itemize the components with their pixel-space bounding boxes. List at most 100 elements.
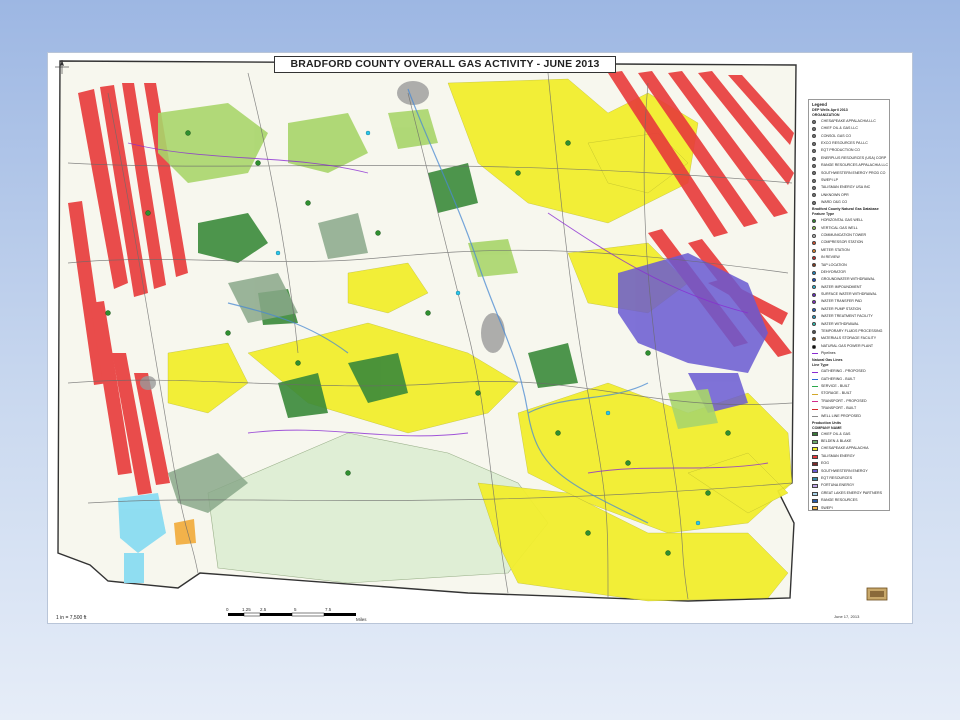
- legend-organization-row: CHESAPEAKE APPALACHIA LLC: [812, 118, 886, 125]
- legend-pipelines-label: Pipelines: [821, 351, 836, 356]
- legend-company-swatch: [812, 499, 818, 503]
- map-image: BRADFORD COUNTY OVERALL GAS ACTIVITY - J…: [48, 53, 912, 623]
- legend-lines-title: Natural Gas Lines: [812, 358, 843, 363]
- legend-feature-type-swatch: [812, 292, 816, 297]
- legend-feature-type-swatch: [812, 329, 816, 334]
- map-date: June 17, 2013: [834, 614, 860, 619]
- legend-feature-type-swatch: [812, 322, 816, 327]
- legend-organization-row: EQT PRODUCTION CO: [812, 147, 886, 154]
- legend-company-swatch: [812, 447, 818, 452]
- legend-line-type-label: GATHERING - BUILT: [821, 376, 856, 381]
- scale-tick-4: 7.5: [325, 607, 332, 612]
- legend-feature-type-label: TEMPORARY FLUIDS PROCESSING: [821, 329, 883, 334]
- legend-feature-type-row: METER STATION: [812, 247, 886, 254]
- legend-organization-swatch: [812, 134, 816, 139]
- legend-organization-row: TALISMAN ENERGY USA INC: [812, 184, 886, 191]
- map-title: BRADFORD COUNTY OVERALL GAS ACTIVITY - J…: [274, 56, 616, 73]
- legend-organization-label: TALISMAN ENERGY USA INC: [821, 185, 871, 190]
- legend-feature-type-label: MATERIALS STORAGE FACILITY: [821, 336, 877, 341]
- legend-organization-row: ENERPLUS RESOURCES (USA) CORP: [812, 155, 886, 162]
- legend-line-type-row: TRANSPORT - PROPOSED: [812, 398, 886, 405]
- legend-line-type-row: STORAGE - BUILT: [812, 391, 886, 398]
- legend-feature-type-row: NATURAL GAS POWER PLANT: [812, 343, 886, 350]
- legend-feature-type-swatch: [812, 218, 816, 223]
- legend-line-type-label: TRANSPORT - BUILT: [821, 406, 857, 411]
- legend-company-swatch: [812, 506, 818, 510]
- legend-heading: Legend: [812, 102, 827, 107]
- legend-organization-swatch: [812, 163, 816, 168]
- scale-ratio: 1 in = 7,500 ft: [56, 615, 87, 621]
- legend-feature-type-swatch: [812, 270, 816, 275]
- legend-line-type-label: Line Type: [812, 363, 829, 368]
- legend-feature-type-swatch: [812, 337, 816, 342]
- legend-feature-type-swatch: [812, 285, 816, 290]
- legend-company-label: GREAT LAKES ENERGY PARTNERS: [821, 490, 882, 495]
- scale-tick-3: 5: [294, 607, 297, 612]
- legend-organization-row: RANGE RESOURCES APPALACHIA LLC: [812, 162, 889, 169]
- legend-feature-type-label: NATURAL GAS POWER PLANT: [821, 343, 874, 348]
- legend-company-swatch: [812, 462, 818, 467]
- legend-company-label: CHIEF OIL & GAS: [821, 431, 851, 436]
- legend-feature-type-swatch: [812, 307, 816, 312]
- legend-company-swatch: [812, 439, 818, 444]
- legend-company-label: CHESAPEAKE APPALACHIA: [821, 446, 869, 451]
- legend-feature-type-row: WATER TRANSFER PAD: [812, 299, 886, 306]
- legend-organization-row: SOUTHWESTERN ENERGY PROD CO: [812, 170, 886, 177]
- legend-line-type-swatch: [812, 415, 818, 417]
- legend-dep-wells-title: DEP Wells April 2013: [812, 107, 848, 112]
- legend-feature-type-row: WATER IMPOUNDMENT: [812, 284, 886, 291]
- legend-feature-type-row: WATER PUMP STATION: [812, 306, 886, 313]
- legend-feature-type-row: MATERIALS STORAGE FACILITY: [812, 336, 886, 343]
- legend-feature-type-label: IN REVIEW: [821, 255, 840, 260]
- legend-company-swatch: [812, 432, 818, 437]
- legend-line-type-row: GATHERING - BUILT: [812, 376, 886, 383]
- legend-organization-swatch: [812, 200, 816, 205]
- legend-feature-type-label: GROUNDWATER WITHDRAWAL: [821, 277, 875, 282]
- legend-company-label: RANGE RESOURCES: [821, 498, 858, 503]
- legend-line-type-swatch: [812, 386, 818, 388]
- legend-organization-label: EXCO RESOURCES PA LLC: [821, 140, 868, 145]
- legend-feature-type-row: HORIZONTAL GAS WELL: [812, 217, 886, 224]
- legend-line-type-row: SERVICE - BUILT: [812, 383, 886, 390]
- legend-feature-type-label: SURFACE WATER WITHDRAWAL: [821, 292, 877, 297]
- legend-organization-label: RANGE RESOURCES APPALACHIA LLC: [821, 163, 889, 168]
- legend-feature-type-swatch: [812, 315, 816, 320]
- legend-feature-type-swatch: [812, 241, 816, 246]
- legend-company-row: EOG: [812, 460, 886, 467]
- legend-company-label: SWEPI: [821, 505, 833, 510]
- legend-company-swatch: [812, 491, 818, 496]
- legend-organization-swatch: [812, 171, 816, 176]
- legend-feature-type-row: TEMPORARY FLUIDS PROCESSING: [812, 328, 886, 335]
- scale-tick-0: 0: [226, 607, 229, 612]
- legend-company-label: EOG: [821, 461, 829, 466]
- legend-companies: CHIEF OIL & GAS BELDEN & BLAKE CHESAPEAKE …: [812, 431, 886, 510]
- legend-organization-row: SWEPI LP: [812, 177, 886, 184]
- legend-organization-swatch: [812, 193, 816, 198]
- legend-organization-row: CONSOL GAS CO: [812, 133, 886, 140]
- legend-company-swatch: [812, 484, 818, 489]
- county-map: [57, 60, 797, 602]
- legend-feature-type-swatch: [812, 300, 816, 305]
- map-legend: Legend DEP Wells April 2013 ORGANIZATION…: [808, 99, 890, 511]
- legend-organization-swatch: [812, 119, 816, 124]
- legend-organization-swatch: [812, 178, 816, 183]
- scale-unit: Miles: [356, 617, 367, 622]
- legend-company-row: SWEPI: [812, 505, 886, 510]
- legend-company-swatch: [812, 469, 818, 474]
- legend-line-type-swatch: [812, 393, 818, 395]
- legend-feature-type-label: WATER TREATMENT FACILITY: [821, 314, 873, 319]
- legend-line-type-label: WELL LINE PROPOSED: [821, 413, 862, 418]
- legend-line-type-row: TRANSPORT - BUILT: [812, 405, 886, 412]
- legend-organization-label: CHIEF OIL & GAS LLC: [821, 126, 859, 131]
- legend-feature-type-row: WATER TREATMENT FACILITY: [812, 313, 886, 320]
- legend-feature-type-swatch: [812, 263, 816, 268]
- scale-tick-1: 1.25: [242, 607, 251, 612]
- legend-organizations: CHESAPEAKE APPALACHIA LLC CHIEF OIL & GAS…: [812, 118, 889, 207]
- legend-company-row: EQT RESOURCES: [812, 475, 886, 482]
- legend-company-swatch: [812, 454, 818, 459]
- legend-company-row: RANGE RESOURCES: [812, 497, 886, 504]
- legend-feature-type-swatch: [812, 226, 816, 231]
- legend-organization-swatch: [812, 141, 816, 146]
- legend-feature-type-row: DEHYDRATOR: [812, 269, 886, 276]
- legend-feature-type-label: WATER TRANSFER PAD: [821, 299, 862, 304]
